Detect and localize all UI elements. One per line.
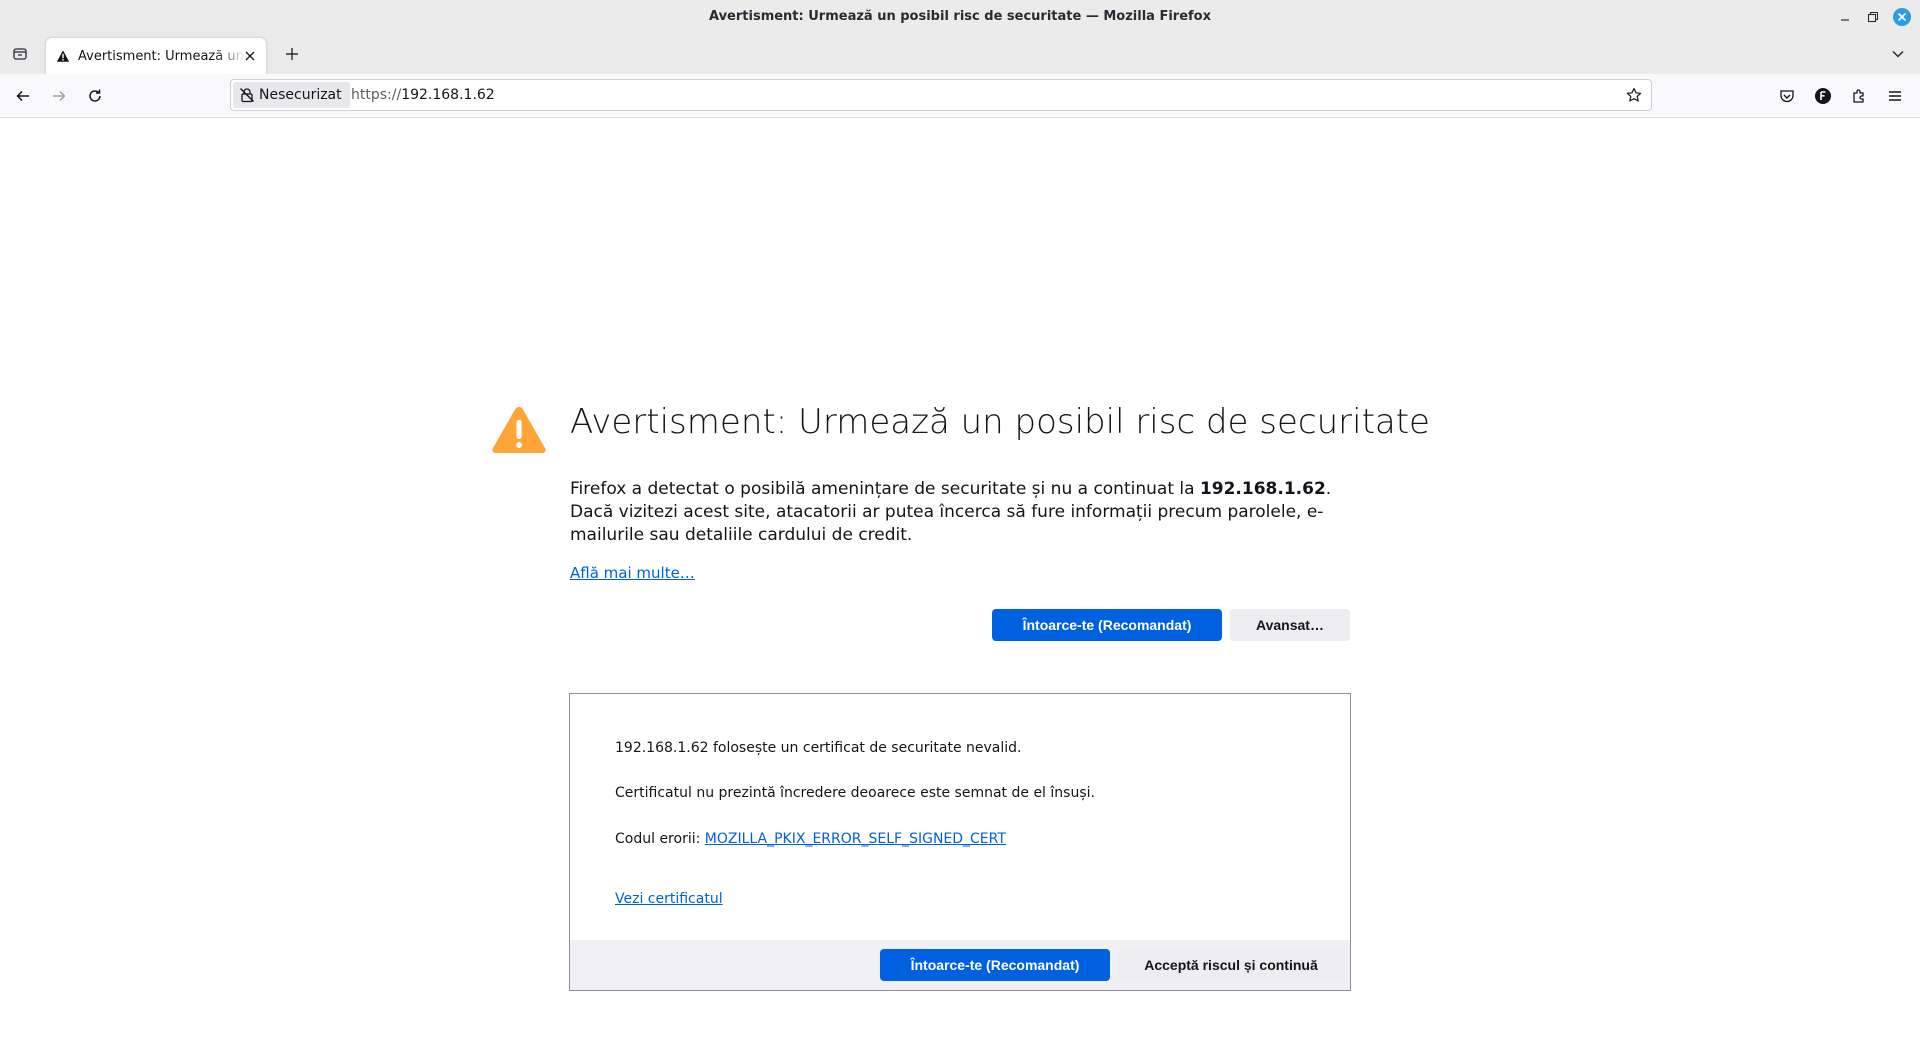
url-scheme: https:// xyxy=(351,87,402,103)
account-button[interactable] xyxy=(1807,80,1839,112)
self-signed-text: Certificatul nu prezintă încredere deoar… xyxy=(615,785,1095,801)
advanced-panel-footer: Întoarce-te (Recomandat) Acceptă riscul … xyxy=(570,940,1350,990)
description-host: 192.168.1.62 xyxy=(1199,479,1326,499)
restore-button[interactable] xyxy=(1862,6,1884,28)
pocket-icon xyxy=(1780,90,1794,103)
warning-icon xyxy=(492,407,546,453)
restore-icon xyxy=(1867,11,1879,23)
tab-strip: Avertisment: Urmează un posibil risc de … xyxy=(0,34,1920,74)
navigation-toolbar: Nesecurizat https://192.168.1.62 xyxy=(0,74,1920,118)
description-text: Firefox a detectat o posibilă amenințare… xyxy=(570,479,1200,499)
pocket-button[interactable] xyxy=(1771,80,1803,112)
advanced-button[interactable]: Avansat… xyxy=(1230,609,1350,641)
window-title: Avertisment: Urmează un posibil risc de … xyxy=(708,9,1212,24)
firefox-view-button[interactable] xyxy=(6,40,34,68)
back-button[interactable] xyxy=(7,80,39,112)
error-code-label: Codul erorii: xyxy=(615,831,705,847)
minimize-icon xyxy=(1841,19,1849,21)
close-icon xyxy=(245,51,255,61)
page-title: Avertisment: Urmează un posibil risc de … xyxy=(570,402,1430,442)
back-icon xyxy=(16,90,29,102)
tab-close-button[interactable] xyxy=(240,46,260,66)
menu-icon xyxy=(1889,91,1901,101)
reload-icon xyxy=(89,89,101,102)
lock-insecure-icon xyxy=(240,88,254,103)
bookmark-button[interactable] xyxy=(1623,84,1645,106)
close-window-button[interactable] xyxy=(1891,6,1913,28)
site-identity-button[interactable]: Nesecurizat xyxy=(233,82,350,108)
view-certificate-row: Vezi certificatul xyxy=(615,891,723,907)
advanced-panel: 192.168.1.62 folosește un certificat de … xyxy=(569,693,1351,991)
extensions-button[interactable] xyxy=(1843,80,1875,112)
firefox-view-icon xyxy=(13,48,27,60)
url-text[interactable]: https://192.168.1.62 xyxy=(351,80,495,110)
chevron-down-icon xyxy=(1892,50,1904,58)
error-code-line: Codul erorii: MOZILLA_PKIX_ERROR_SELF_SI… xyxy=(615,831,1006,847)
view-certificate-link[interactable]: Vezi certificatul xyxy=(615,891,723,907)
plus-icon xyxy=(286,48,298,60)
extensions-icon xyxy=(1853,89,1864,103)
accept-risk-button[interactable]: Acceptă riscul și continuă xyxy=(1118,949,1344,981)
minimize-button[interactable] xyxy=(1834,6,1856,28)
go-back-button-secondary[interactable]: Întoarce-te (Recomandat) xyxy=(880,949,1110,981)
url-host: 192.168.1.62 xyxy=(401,87,495,103)
identity-label: Nesecurizat xyxy=(259,87,342,103)
close-icon xyxy=(1893,8,1911,26)
invalid-certificate-text: 192.168.1.62 folosește un certificat de … xyxy=(615,740,1022,756)
warning-icon xyxy=(56,50,70,62)
error-description: Firefox a detectat o posibilă amenințare… xyxy=(570,478,1356,547)
tab-title: Avertisment: Urmează un posibil risc de … xyxy=(78,48,246,64)
account-icon xyxy=(1815,88,1831,104)
window-titlebar[interactable]: Avertisment: Urmează un posibil risc de … xyxy=(0,0,1920,34)
app-menu-button[interactable] xyxy=(1879,80,1911,112)
forward-icon xyxy=(53,90,66,102)
reload-button[interactable] xyxy=(79,80,111,112)
list-all-tabs-button[interactable] xyxy=(1884,40,1912,68)
error-code-link[interactable]: MOZILLA_PKIX_ERROR_SELF_SIGNED_CERT xyxy=(705,831,1006,847)
bookmark-star-icon xyxy=(1626,87,1642,102)
go-back-button[interactable]: Întoarce-te (Recomandat) xyxy=(992,609,1222,641)
learn-more-link[interactable]: Află mai multe… xyxy=(570,564,695,582)
forward-button[interactable] xyxy=(43,80,75,112)
tab-active[interactable]: Avertisment: Urmează un posibil risc de … xyxy=(46,38,266,74)
url-bar[interactable]: Nesecurizat https://192.168.1.62 xyxy=(230,79,1652,111)
new-tab-button[interactable] xyxy=(278,40,306,68)
